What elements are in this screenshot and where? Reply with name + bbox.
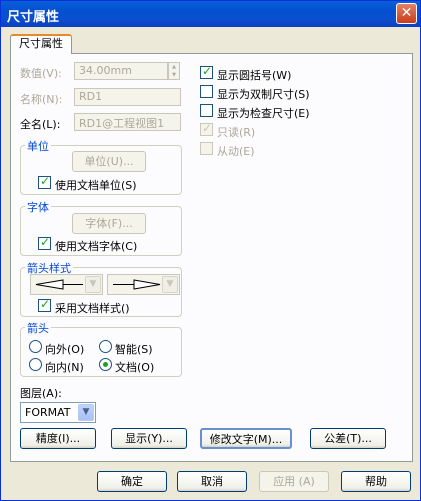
dual-dimension-label: 显示为双制尺寸(S) [217,88,310,101]
arrow-style-left-combo[interactable]: ▼ [30,274,103,295]
fullname-label: 全名(L): [20,118,61,131]
driven-checkbox[interactable] [200,142,213,155]
layer-label: 图层(A): [20,387,62,400]
inspection-dimension-checkbox[interactable] [200,104,213,117]
radio-inside-label: 向内(N) [45,361,84,374]
window-title: 尺寸属性 [7,10,60,25]
font-group-title: 字体 [25,199,51,215]
read-only-checkbox[interactable] [200,121,213,136]
show-parentheses-label: 显示圆括号(W) [217,69,292,82]
chevron-down-icon: ▼ [85,276,101,293]
name-field[interactable]: RD1 [74,88,181,106]
radio-smart[interactable] [99,340,112,353]
use-doc-font-checkbox[interactable] [38,235,51,250]
driven-label: 从动(E) [217,145,255,158]
unit-group-title: 单位 [25,138,51,154]
tolerance-button[interactable]: 公差(T)... [310,428,386,449]
close-icon[interactable]: ✕ [396,3,417,24]
display-button[interactable]: 显示(Y)... [111,428,187,449]
use-doc-unit-checkbox[interactable] [38,174,51,189]
layer-value: FORMAT [25,406,71,419]
radio-outside[interactable] [29,340,42,353]
arrow-style-right-combo[interactable]: ▼ [107,274,180,295]
radio-smart-label: 智能(S) [115,343,153,356]
precision-button[interactable]: 精度(I)... [20,428,96,449]
arrow-style-right-icon [113,279,161,290]
apply-button[interactable]: 应用 (A) [259,471,329,492]
dual-dimension-checkbox[interactable] [200,85,213,98]
ok-button[interactable]: 确定 [97,471,167,492]
value-field[interactable]: 34.00mm [74,62,168,80]
chevron-down-icon: ▼ [162,276,178,293]
value-label: 数值(V): [20,67,62,80]
name-label: 名称(N): [20,93,63,106]
use-doc-style-label: 采用文档样式() [55,302,130,315]
arrow-group-title: 箭头 [25,320,51,336]
cancel-button[interactable]: 取消 [177,471,247,492]
use-doc-font-label: 使用文档字体(C) [55,240,138,253]
use-doc-unit-label: 使用文档单位(S) [55,179,137,192]
chevron-down-icon: ▼ [78,404,94,421]
title-bar[interactable]: 尺寸属性 ✕ [1,1,420,27]
fullname-field[interactable]: RD1@工程视图1 [74,113,181,131]
show-parentheses-checkbox[interactable] [200,64,213,79]
dialog-window: 尺寸属性 ✕ 尺寸属性 数值(V): 34.00mm ▲ ▼ 名称(N): RD1… [0,0,421,501]
font-button[interactable]: 字体(F)... [72,213,146,234]
use-doc-style-checkbox[interactable] [38,297,51,312]
radio-outside-label: 向外(O) [45,343,85,356]
tab-dimension-properties[interactable]: 尺寸属性 [10,34,72,54]
layer-combo[interactable]: FORMAT ▼ [20,402,96,423]
unit-button[interactable]: 单位(U)... [72,151,146,172]
arrow-style-left-icon [35,279,83,290]
read-only-label: 只读(R) [217,126,256,139]
modify-text-button[interactable]: 修改文字(M)... [200,428,292,449]
radio-inside[interactable] [29,358,42,371]
radio-document-label: 文档(O) [115,361,155,374]
inspection-dimension-label: 显示为检查尺寸(E) [217,107,310,120]
radio-document[interactable] [99,358,112,371]
value-spinner[interactable]: ▲ ▼ [168,62,180,80]
help-button[interactable]: 帮助 [341,471,411,492]
